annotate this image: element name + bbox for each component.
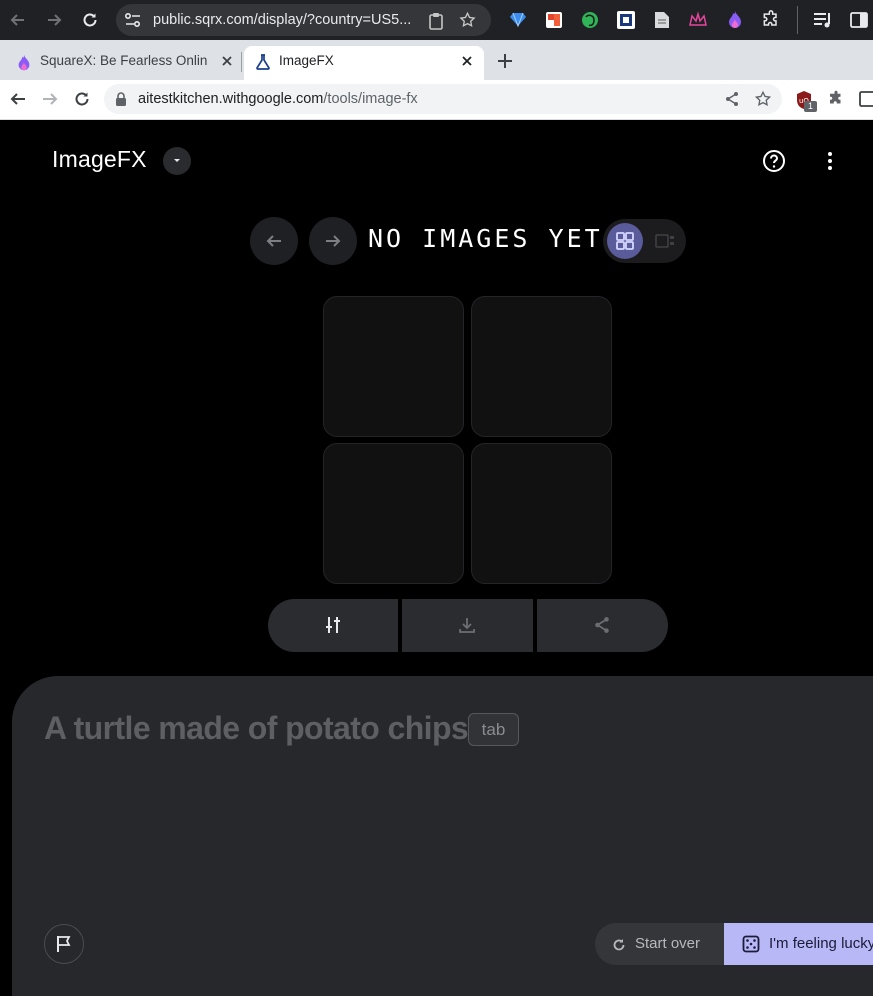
help-icon[interactable] — [762, 149, 786, 173]
arrow-left-icon — [264, 231, 284, 251]
site-info-icon[interactable] — [124, 12, 142, 28]
gem-extension-icon[interactable] — [510, 11, 526, 27]
tab-close-icon[interactable] — [460, 54, 474, 68]
grid-view-icon — [616, 232, 634, 250]
outer-browser-toolbar: public.sqrx.com/display/?country=US5... — [0, 0, 873, 40]
download-icon — [458, 616, 476, 634]
url-text: aitestkitchen.withgoogle.com/tools/image… — [138, 91, 418, 107]
dropdown-icon — [172, 158, 182, 164]
app-title: ImageFX — [52, 146, 147, 172]
tab-title-squarex: SquareX: Be Fearless Onlin — [40, 53, 208, 68]
bookmark-star-icon[interactable] — [458, 11, 477, 29]
document-extension-icon[interactable] — [654, 11, 670, 29]
arrow-right-icon — [323, 231, 343, 251]
square-extension-icon[interactable] — [617, 11, 635, 29]
reload-icon[interactable] — [72, 89, 92, 109]
share-page-icon[interactable] — [724, 91, 740, 107]
list-view-icon — [655, 233, 675, 249]
tab-key-hint: tab — [468, 713, 519, 746]
tune-icon — [323, 615, 343, 635]
image-placeholder — [323, 296, 464, 437]
back-icon[interactable] — [8, 89, 28, 109]
side-panel-icon[interactable] — [859, 90, 873, 108]
labs-flask-icon — [256, 54, 270, 70]
image-placeholder — [471, 296, 612, 437]
dice-icon — [742, 935, 760, 953]
flame-extension-icon[interactable] — [727, 10, 743, 30]
outer-url-field[interactable]: public.sqrx.com/display/?country=US5... — [116, 4, 491, 36]
view-toggle — [603, 219, 686, 263]
forward-icon[interactable] — [40, 89, 60, 109]
url-path: /tools/image-fx — [323, 91, 418, 107]
image-placeholder — [471, 443, 612, 584]
outer-reload-icon[interactable] — [80, 10, 100, 30]
clipboard-icon[interactable] — [428, 12, 444, 30]
extensions-puzzle-icon[interactable] — [827, 90, 845, 108]
more-vert-icon[interactable] — [818, 149, 842, 173]
outer-forward-icon[interactable] — [44, 10, 64, 30]
previous-image-button[interactable] — [250, 217, 298, 265]
bookmark-star-icon[interactable] — [754, 90, 772, 108]
lock-icon[interactable] — [115, 92, 127, 106]
extensions-puzzle-icon[interactable] — [761, 10, 781, 30]
tab-separator — [241, 52, 242, 72]
media-controls-icon[interactable] — [813, 11, 833, 29]
extension-badge: 1 — [804, 101, 817, 112]
prompt-input[interactable]: A turtle made of potato chips — [44, 710, 469, 747]
outer-back-icon[interactable] — [8, 10, 28, 30]
report-button[interactable] — [44, 924, 84, 964]
refresh-icon — [611, 937, 627, 953]
app-menu-dropdown[interactable] — [163, 147, 191, 175]
grid-view-button[interactable] — [607, 223, 643, 259]
tab-squarex[interactable]: SquareX: Be Fearless Onlin — [8, 46, 242, 80]
outer-url-text: public.sqrx.com/display/?country=US5... — [153, 12, 412, 28]
url-domain: aitestkitchen.withgoogle.com — [138, 91, 324, 107]
squarex-favicon-icon — [16, 54, 32, 72]
evernote-extension-icon[interactable] — [581, 11, 599, 29]
feeling-lucky-label: I'm feeling lucky — [769, 935, 873, 952]
download-button[interactable] — [402, 599, 533, 652]
start-over-button[interactable]: Start over — [595, 923, 726, 965]
start-over-label: Start over — [635, 935, 701, 952]
tab-title-imagefx: ImageFX — [279, 53, 334, 68]
share-button[interactable] — [537, 599, 668, 652]
image-placeholder — [323, 443, 464, 584]
next-image-button[interactable] — [309, 217, 357, 265]
crown-extension-icon[interactable] — [688, 11, 708, 29]
new-tab-icon[interactable] — [496, 52, 514, 70]
tab-imagefx[interactable]: ImageFX — [244, 46, 484, 80]
sidebar-icon[interactable] — [850, 11, 868, 29]
toolbar-divider — [797, 6, 798, 34]
share-icon — [593, 616, 611, 634]
carousel-view-button[interactable] — [647, 223, 683, 259]
tab-close-icon[interactable] — [220, 54, 234, 68]
feeling-lucky-button[interactable]: I'm feeling lucky — [724, 923, 873, 965]
results-heading: NO IMAGES YET — [368, 224, 603, 253]
flag-icon — [55, 934, 73, 954]
office-extension-icon[interactable] — [545, 11, 563, 29]
url-field[interactable]: aitestkitchen.withgoogle.com/tools/image… — [104, 84, 782, 114]
settings-button[interactable] — [268, 599, 398, 652]
